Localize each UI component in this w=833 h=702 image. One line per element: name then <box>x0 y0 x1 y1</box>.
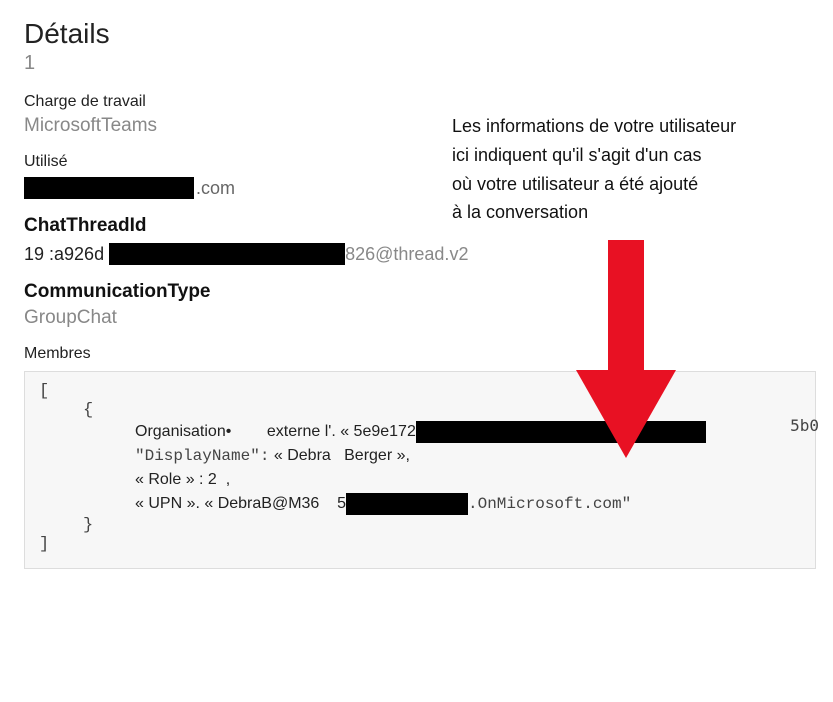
annotation-line: Les informations de votre utilisateur <box>452 112 792 141</box>
redacted-block <box>24 177 194 199</box>
workload-label: Charge de travail <box>24 93 809 111</box>
json-org-overflow: 5b0 <box>790 416 819 435</box>
commtype-value: GroupChat <box>24 307 809 329</box>
chatthread-prefix: 19 :a926d <box>24 244 104 265</box>
chatthread-suffix: 826@thread.v2 <box>345 244 468 265</box>
redacted-block <box>346 493 468 515</box>
annotation-line: à la conversation <box>452 198 792 227</box>
json-close-brace: } <box>83 516 801 535</box>
redacted-block <box>109 243 345 265</box>
members-field: Membres <box>24 345 809 363</box>
json-close-bracket: ] <box>39 535 801 554</box>
json-org-line: Organisation• externe l'. « 5e9e172 <box>135 420 801 444</box>
json-displayname-line: "DisplayName": « Debra Berger », <box>135 444 801 468</box>
red-arrow-icon <box>576 240 676 460</box>
page-count: 1 <box>24 52 809 75</box>
json-role-line: « Role » : 2 , <box>135 468 801 492</box>
members-json-block: [ { Organisation• externe l'. « 5e9e172 … <box>24 371 816 569</box>
json-upn-line: « UPN ». « DebraB@M36 5 .OnMicrosoft.com… <box>135 492 801 516</box>
json-open-bracket: [ <box>39 382 801 401</box>
page-title: Détails <box>24 18 809 50</box>
json-open-brace: { <box>83 401 801 420</box>
commtype-field: CommunicationType GroupChat <box>24 281 809 329</box>
used-suffix: .com <box>196 178 235 199</box>
members-label: Membres <box>24 345 809 363</box>
annotation-text: Les informations de votre utilisateur ic… <box>452 112 792 227</box>
annotation-line: où votre utilisateur a été ajouté <box>452 170 792 199</box>
annotation-line: ici indiquent qu'il s'agit d'un cas <box>452 141 792 170</box>
commtype-label: CommunicationType <box>24 281 809 303</box>
